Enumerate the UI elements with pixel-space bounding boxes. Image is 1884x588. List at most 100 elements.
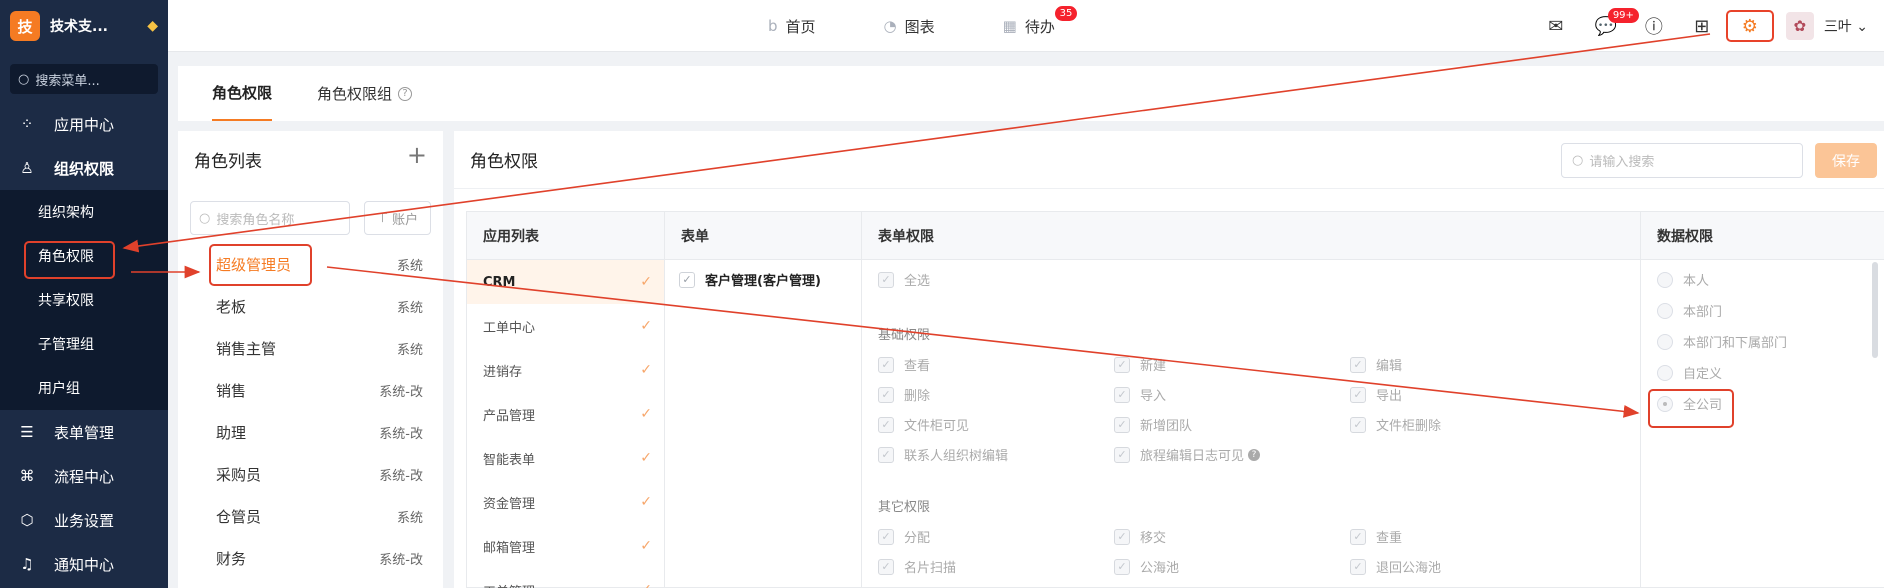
tab-role-permission[interactable]: 角色权限 [212, 66, 273, 121]
avatar[interactable]: ✿ [1785, 12, 1814, 40]
role-row[interactable]: 助理 系统-改 [178, 411, 443, 453]
role-search-input[interactable]: ○ 搜索角色名称 [190, 201, 350, 235]
permission-search-input[interactable]: ○ 请输入搜索 [1561, 143, 1803, 178]
radio[interactable] [1657, 364, 1673, 381]
sidebar-item-flow-center[interactable]: ⌘ 流程中心 [0, 454, 168, 498]
permission-checkbox[interactable]: ✓ 分配 [878, 527, 930, 546]
permission-checkbox[interactable]: ✓ 新建 [1114, 355, 1166, 374]
permission-checkbox[interactable]: ✓ 文件柜删除 [1350, 415, 1441, 434]
role-row[interactable]: 采购员 系统-改 [178, 453, 443, 495]
checkbox[interactable]: ✓ [878, 386, 894, 403]
permission-checkbox[interactable]: ✓ 名片扫描 [878, 557, 956, 576]
help-icon[interactable]: ? [1248, 448, 1261, 461]
checkbox[interactable]: ✓ [1114, 386, 1130, 403]
permission-checkbox[interactable]: ✓ 旅程编辑日志可见? [1114, 445, 1261, 464]
permission-checkbox[interactable]: ✓ 导入 [1114, 385, 1166, 404]
add-role-icon[interactable]: + [407, 141, 427, 169]
checkbox[interactable]: ✓ [878, 416, 894, 433]
permission-checkbox[interactable]: ✓ 查重 [1350, 527, 1402, 546]
data-permission-radio[interactable]: 本人 [1657, 270, 1709, 289]
app-list-item[interactable]: 智能表单 ✓ [467, 436, 664, 480]
app-list-item[interactable]: 邮箱管理 ✓ [467, 524, 664, 568]
permission-checkbox[interactable]: ✓ 查看 [878, 355, 930, 374]
app-list-item[interactable]: 进销存 ✓ [467, 348, 664, 392]
sidebar-item-form-management[interactable]: ☰ 表单管理 [0, 410, 168, 454]
sidebar-item-org-permission[interactable]: ♙ 组织权限 [0, 146, 168, 190]
mail-icon[interactable]: ✉ [1532, 16, 1580, 37]
app-list-item[interactable]: 工单中心 ✓ [467, 304, 664, 348]
sidebar-subitem-user-group[interactable]: 用户组 [0, 366, 168, 410]
help-icon[interactable]: ? [398, 86, 413, 101]
data-permission-radio[interactable]: 本部门和下属部门 [1657, 332, 1787, 351]
checkbox[interactable]: ✓ [1114, 356, 1130, 373]
sidebar-subitem-sub-admin-group[interactable]: 子管理组 [0, 322, 168, 366]
permission-checkbox[interactable]: ✓ 退回公海池 [1350, 557, 1441, 576]
app-list-item[interactable]: CRM ✓ [467, 260, 664, 304]
checkbox[interactable]: ✓ [1114, 528, 1130, 545]
radio[interactable] [1657, 333, 1673, 350]
grid-icon[interactable]: ⊞ [1678, 16, 1726, 37]
select-all-checkbox[interactable]: ✓ 全选 [878, 270, 930, 289]
app-name: 进销存 [483, 364, 523, 380]
checkbox[interactable]: ✓ [878, 446, 894, 463]
checkbox[interactable]: ✓ [878, 528, 894, 545]
checkbox[interactable]: ✓ [878, 558, 894, 575]
save-button[interactable]: 保存 [1815, 143, 1877, 178]
check-icon: ✓ [640, 362, 652, 378]
app-list-item[interactable]: 工单管理 ✓ [467, 568, 664, 588]
tab-role-permission-group[interactable]: 角色权限组? [317, 66, 413, 121]
sidebar-subitem-share-permission[interactable]: 共享权限 [0, 278, 168, 322]
app-name: 工单中心 [483, 320, 536, 336]
checkbox[interactable]: ✓ [1350, 356, 1366, 373]
checkbox[interactable]: ✓ [1114, 446, 1130, 463]
user-icon: ♙ [20, 159, 34, 177]
checkbox[interactable]: ✓ [1350, 528, 1366, 545]
sidebar-item-notification-center[interactable]: ♫ 通知中心 [0, 542, 168, 586]
checkbox[interactable]: ✓ [1350, 416, 1366, 433]
role-row[interactable]: 销售主管 系统 [178, 327, 443, 369]
scrollbar[interactable] [1872, 262, 1878, 358]
data-permission-radio[interactable]: 本部门 [1657, 301, 1722, 320]
sidebar-subitem-org-structure[interactable]: 组织架构 [0, 190, 168, 234]
menu-search-input[interactable]: ○ 搜索菜单... [10, 64, 158, 94]
permission-label: 导入 [1140, 389, 1167, 404]
checkbox[interactable]: ✓ [1114, 416, 1130, 433]
checkbox[interactable]: ✓ [1114, 558, 1130, 575]
permission-checkbox[interactable]: ✓ 导出 [1350, 385, 1402, 404]
top-nav-home[interactable]: b 首页 [768, 16, 816, 37]
help-icon[interactable]: ⓘ [1630, 13, 1678, 39]
role-row[interactable]: 仓管员 系统 [178, 495, 443, 537]
top-nav-todo[interactable]: ▦ 待办 35 [1003, 5, 1078, 37]
permission-checkbox[interactable]: ✓ 删除 [878, 385, 930, 404]
permission-checkbox[interactable]: ✓ 新增团队 [1114, 415, 1192, 434]
radio[interactable] [1657, 271, 1673, 288]
tab-bar: 角色权限 角色权限组? [178, 66, 1884, 121]
checkbox[interactable]: ✓ [878, 356, 894, 373]
account-filter-button[interactable]: ⊤ 账户 [364, 201, 431, 235]
checkbox[interactable]: ✓ [1350, 558, 1366, 575]
radio[interactable] [1657, 302, 1673, 319]
divider [454, 188, 1884, 189]
checkbox[interactable]: ✓ [1350, 386, 1366, 403]
settings-gear-icon[interactable]: ⚙ [1725, 10, 1774, 42]
permission-checkbox[interactable]: ✓ 编辑 [1350, 355, 1402, 374]
checkbox[interactable]: ✓ [878, 271, 894, 288]
role-row[interactable]: 销售 系统-改 [178, 369, 443, 411]
sidebar-item-app-center[interactable]: ⁘ 应用中心 [0, 102, 168, 146]
role-row[interactable]: 老板 系统 [178, 285, 443, 327]
form-checkbox[interactable]: ✓ [679, 271, 695, 288]
form-item[interactable]: ✓ 客户管理(客户管理) [679, 270, 821, 289]
user-menu[interactable]: 三叶 ⌄ [1824, 16, 1868, 36]
permission-checkbox[interactable]: ✓ 公海池 [1114, 557, 1179, 576]
top-nav-charts[interactable]: ◔ 图表 [884, 16, 935, 37]
chat-icon[interactable]: 💬 99+ [1582, 7, 1639, 37]
app-list-item[interactable]: 产品管理 ✓ [467, 392, 664, 436]
permission-checkbox[interactable]: ✓ 移交 [1114, 527, 1166, 546]
role-row[interactable]: 财务 系统-改 [178, 537, 443, 579]
brand[interactable]: 技 技术支... ◆ [0, 0, 168, 52]
permission-checkbox[interactable]: ✓ 联系人组织树编辑 [878, 445, 1008, 464]
permission-checkbox[interactable]: ✓ 文件柜可见 [878, 415, 969, 434]
sidebar-item-business-settings[interactable]: ⬡ 业务设置 [0, 498, 168, 542]
data-permission-radio[interactable]: 自定义 [1657, 363, 1722, 382]
app-list-item[interactable]: 资金管理 ✓ [467, 480, 664, 524]
